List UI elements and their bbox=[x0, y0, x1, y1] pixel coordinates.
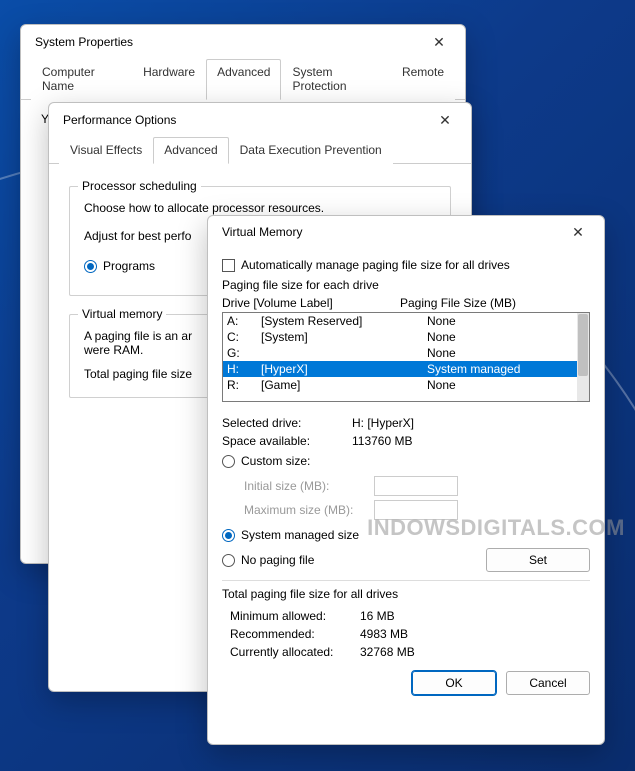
drive-size: System managed bbox=[427, 362, 573, 376]
label: Initial size (MB): bbox=[244, 479, 374, 493]
proc-desc: Choose how to allocate processor resourc… bbox=[84, 201, 436, 215]
value: 113760 MB bbox=[352, 434, 413, 448]
scrollbar-thumb[interactable] bbox=[578, 314, 588, 376]
close-icon[interactable]: ✕ bbox=[429, 108, 461, 132]
titlebar: Virtual Memory ✕ bbox=[208, 216, 604, 248]
close-icon[interactable]: ✕ bbox=[423, 30, 455, 54]
drive-row[interactable]: H:[HyperX]System managed bbox=[223, 361, 577, 377]
maximum-size-input[interactable] bbox=[374, 500, 458, 520]
drive-size: None bbox=[427, 314, 573, 328]
radio-icon bbox=[222, 554, 235, 567]
radio-no-paging[interactable]: No paging file bbox=[222, 553, 314, 567]
col-size: Paging File Size (MB) bbox=[400, 296, 516, 310]
drive-row[interactable]: C:[System]None bbox=[223, 329, 577, 345]
ok-button[interactable]: OK bbox=[412, 671, 496, 695]
label: Selected drive: bbox=[222, 416, 352, 430]
radio-label: Programs bbox=[103, 259, 155, 273]
auto-manage-checkbox[interactable]: Automatically manage paging file size fo… bbox=[222, 258, 590, 272]
initial-size-input[interactable] bbox=[374, 476, 458, 496]
radio-icon bbox=[84, 260, 97, 273]
value: H: [HyperX] bbox=[352, 416, 414, 430]
label: Maximum size (MB): bbox=[244, 503, 374, 517]
drive-letter: A: bbox=[227, 314, 261, 328]
label: Recommended: bbox=[230, 627, 360, 641]
minimum-row: Minimum allowed: 16 MB bbox=[230, 609, 590, 623]
radio-system-managed[interactable]: System managed size bbox=[222, 528, 590, 542]
custom-size-fields: Initial size (MB): Maximum size (MB): bbox=[244, 474, 590, 522]
titlebar: Performance Options ✕ bbox=[49, 103, 471, 137]
initial-size-row: Initial size (MB): bbox=[244, 474, 590, 498]
tabs: Visual Effects Advanced Data Execution P… bbox=[49, 137, 471, 164]
tabs: Computer Name Hardware Advanced System P… bbox=[21, 59, 465, 100]
dialog-title: Performance Options bbox=[63, 113, 429, 127]
drive-label: [HyperX] bbox=[261, 362, 427, 376]
drive-list[interactable]: A:[System Reserved]NoneC:[System]NoneG:N… bbox=[222, 312, 590, 402]
tab-dep[interactable]: Data Execution Prevention bbox=[229, 137, 393, 164]
drive-header: Drive [Volume Label] Paging File Size (M… bbox=[222, 296, 590, 310]
drive-size: None bbox=[427, 330, 573, 344]
drive-row[interactable]: R:[Game]None bbox=[223, 377, 577, 393]
tab-advanced[interactable]: Advanced bbox=[206, 59, 281, 100]
dialog-title: System Properties bbox=[35, 35, 423, 49]
tab-advanced[interactable]: Advanced bbox=[153, 137, 228, 164]
label: Minimum allowed: bbox=[230, 609, 360, 623]
scrollbar[interactable] bbox=[577, 313, 589, 401]
drive-letter: G: bbox=[227, 346, 261, 360]
tab-hardware[interactable]: Hardware bbox=[132, 59, 206, 100]
tab-computer-name[interactable]: Computer Name bbox=[31, 59, 132, 100]
group-label: Processor scheduling bbox=[78, 179, 201, 193]
group-label: Virtual memory bbox=[78, 307, 166, 321]
tab-system-protection[interactable]: System Protection bbox=[281, 59, 390, 100]
checkbox-icon bbox=[222, 259, 235, 272]
virtual-memory-dialog: Virtual Memory ✕ Automatically manage pa… bbox=[207, 215, 605, 745]
drive-size: None bbox=[427, 378, 573, 392]
label: Space available: bbox=[222, 434, 352, 448]
set-button[interactable]: Set bbox=[486, 548, 590, 572]
paging-section-label: Paging file size for each drive bbox=[222, 278, 590, 292]
value: 32768 MB bbox=[360, 645, 415, 659]
space-available-row: Space available: 113760 MB bbox=[222, 434, 590, 448]
value: 4983 MB bbox=[360, 627, 408, 641]
dialog-title: Virtual Memory bbox=[222, 225, 562, 239]
drive-row[interactable]: G: None bbox=[223, 345, 577, 361]
drive-size: None bbox=[427, 346, 573, 360]
divider bbox=[222, 580, 590, 581]
checkbox-label: Automatically manage paging file size fo… bbox=[241, 258, 510, 272]
recommended-row: Recommended: 4983 MB bbox=[230, 627, 590, 641]
titlebar: System Properties ✕ bbox=[21, 25, 465, 59]
value: 16 MB bbox=[360, 609, 395, 623]
allocated-row: Currently allocated: 32768 MB bbox=[230, 645, 590, 659]
col-drive: Drive [Volume Label] bbox=[222, 296, 400, 310]
radio-icon bbox=[222, 529, 235, 542]
drive-row[interactable]: A:[System Reserved]None bbox=[223, 313, 577, 329]
radio-label: No paging file bbox=[241, 553, 314, 567]
cancel-button[interactable]: Cancel bbox=[506, 671, 590, 695]
tab-visual-effects[interactable]: Visual Effects bbox=[59, 137, 153, 164]
radio-label: Custom size: bbox=[241, 454, 310, 468]
totals-title: Total paging file size for all drives bbox=[222, 587, 590, 601]
drive-letter: C: bbox=[227, 330, 261, 344]
content: Automatically manage paging file size fo… bbox=[208, 248, 604, 707]
drive-letter: R: bbox=[227, 378, 261, 392]
radio-icon bbox=[222, 455, 235, 468]
maximum-size-row: Maximum size (MB): bbox=[244, 498, 590, 522]
drive-letter: H: bbox=[227, 362, 261, 376]
label: Currently allocated: bbox=[230, 645, 360, 659]
drive-label: [Game] bbox=[261, 378, 427, 392]
selected-drive-row: Selected drive: H: [HyperX] bbox=[222, 416, 590, 430]
radio-custom-size[interactable]: Custom size: bbox=[222, 454, 590, 468]
radio-label: System managed size bbox=[241, 528, 359, 542]
drive-label: [System Reserved] bbox=[261, 314, 427, 328]
footer-buttons: OK Cancel bbox=[222, 671, 590, 695]
close-icon[interactable]: ✕ bbox=[562, 220, 594, 244]
tab-remote[interactable]: Remote bbox=[391, 59, 455, 100]
drive-label bbox=[261, 346, 427, 360]
drive-label: [System] bbox=[261, 330, 427, 344]
